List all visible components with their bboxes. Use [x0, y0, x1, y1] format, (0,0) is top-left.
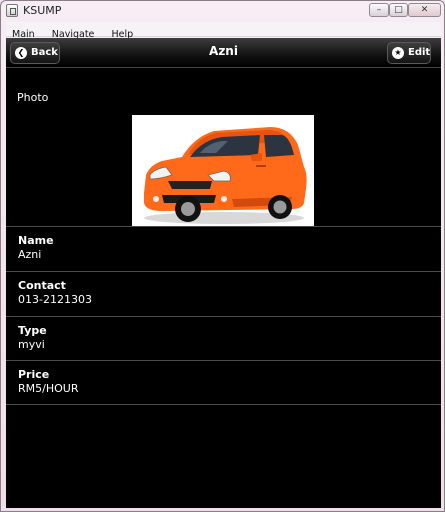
back-button[interactable]: ❮ Back	[10, 42, 60, 64]
minimize-button[interactable]: –	[369, 3, 389, 17]
field-value: RM5/HOUR	[18, 382, 79, 395]
divider	[6, 404, 441, 405]
window-title: KSUMP	[23, 4, 62, 17]
field-label: Contact	[18, 279, 66, 292]
edit-button-label: Edit	[408, 47, 431, 58]
page-title: Azni	[209, 44, 238, 58]
field-value: myvi	[18, 338, 45, 351]
field-contact: Contact 013-2121303	[6, 271, 441, 316]
app-window: KSUMP – □ ✕ Main Navigate Help ❮ Back Az…	[0, 0, 445, 512]
title-bar[interactable]: KSUMP – □ ✕	[1, 1, 444, 21]
app-icon	[6, 4, 18, 17]
field-name: Name Azni	[6, 226, 441, 271]
detail-view: ❮ Back Azni ★ Edit Photo Name Azni Conta…	[6, 38, 441, 508]
close-button[interactable]: ✕	[408, 3, 441, 17]
maximize-button[interactable]: □	[389, 3, 408, 17]
field-type: Type myvi	[6, 316, 441, 361]
photo-label: Photo	[17, 91, 49, 104]
star-icon: ★	[392, 47, 404, 59]
field-value: 013-2121303	[18, 293, 92, 306]
field-value: Azni	[18, 248, 42, 261]
back-button-label: Back	[31, 47, 58, 58]
field-label: Name	[18, 234, 54, 247]
chevron-left-icon: ❮	[15, 47, 27, 59]
menu-bar: Main Navigate Help	[6, 22, 441, 40]
field-label: Type	[18, 324, 47, 337]
toolbar: ❮ Back Azni ★ Edit	[6, 38, 441, 68]
field-label: Price	[18, 368, 50, 381]
car-photo	[132, 115, 314, 227]
field-price: Price RM5/HOUR	[6, 360, 441, 405]
car-image	[132, 115, 314, 227]
edit-button[interactable]: ★ Edit	[387, 42, 431, 64]
